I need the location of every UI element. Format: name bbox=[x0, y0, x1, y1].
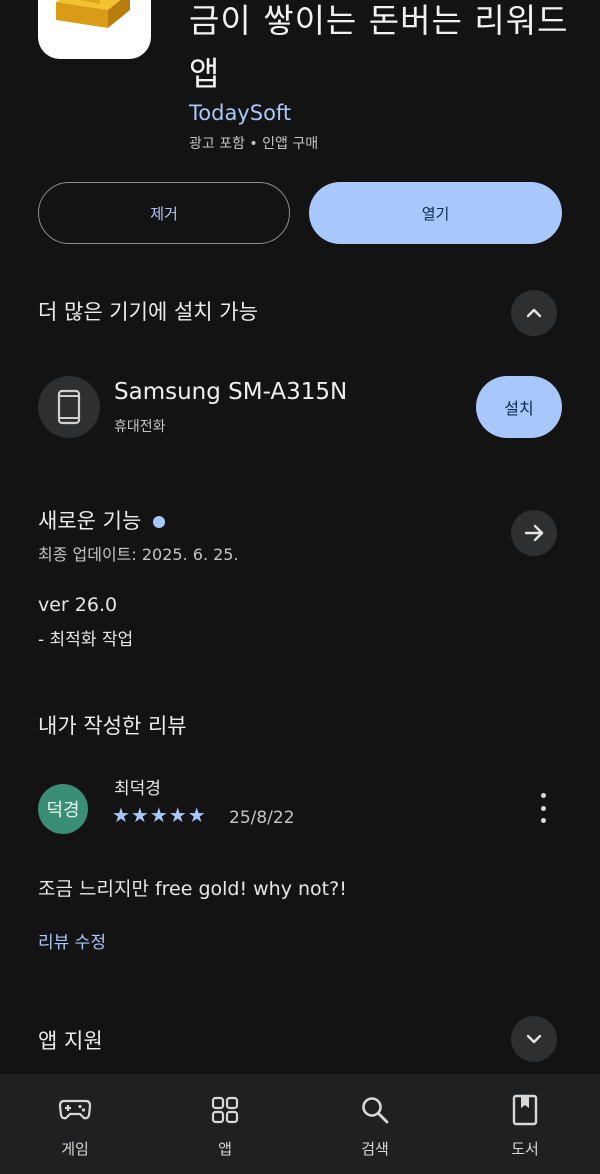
gamepad-icon bbox=[58, 1099, 92, 1120]
phone-icon bbox=[57, 389, 81, 425]
bottom-nav: 게임 앱 검색 도서 bbox=[0, 1074, 600, 1174]
chevron-up-icon bbox=[526, 308, 542, 318]
new-indicator-dot bbox=[153, 516, 166, 528]
nav-label-games: 게임 bbox=[61, 1140, 89, 1158]
changes-text: - 최적화 작업 bbox=[38, 630, 134, 650]
nav-label-apps: 앱 bbox=[218, 1140, 232, 1158]
my-review-title: 내가 작성한 리뷰 bbox=[38, 714, 187, 738]
star-rating: ★★★★★ bbox=[112, 803, 207, 827]
last-updated-date: 최종 업데이트: 2025. 6. 25. bbox=[38, 545, 239, 564]
chevron-down-icon bbox=[526, 1034, 542, 1044]
more-options-icon[interactable] bbox=[530, 793, 556, 823]
app-title: 금이 쌓이는 돈버는 리워드 앱 bbox=[189, 1, 569, 93]
nav-label-books: 도서 bbox=[511, 1140, 539, 1158]
app-support-title: 앱 지원 bbox=[38, 1029, 103, 1053]
device-name: Samsung SM-A315N bbox=[114, 379, 348, 405]
nav-label-search: 검색 bbox=[361, 1140, 389, 1158]
book-icon bbox=[512, 1094, 538, 1126]
whats-new-label: 새로운 기능 bbox=[38, 509, 142, 533]
developer-link[interactable]: TodaySoft bbox=[189, 101, 291, 125]
apps-grid-icon bbox=[211, 1096, 239, 1124]
reviewer-name: 최덕경 bbox=[114, 779, 161, 799]
search-icon bbox=[362, 1097, 389, 1124]
app-icon bbox=[38, 0, 151, 59]
devices-section-title: 더 많은 기기에 설치 가능 bbox=[38, 300, 258, 324]
version-text: ver 26.0 bbox=[38, 594, 118, 616]
review-text: 조금 느리지만 free gold! why not?! bbox=[38, 878, 347, 900]
expand-button[interactable] bbox=[511, 1016, 557, 1062]
avatar: 덕경 bbox=[38, 784, 88, 834]
review-date: 25/8/22 bbox=[229, 808, 295, 828]
whats-new-arrow-button[interactable] bbox=[511, 510, 557, 556]
collapse-button[interactable] bbox=[511, 290, 557, 336]
nav-item-books[interactable]: 도서 bbox=[450, 1074, 600, 1174]
nav-item-apps[interactable]: 앱 bbox=[150, 1074, 300, 1174]
arrow-right-icon bbox=[524, 524, 544, 542]
remove-button[interactable]: 제거 bbox=[38, 182, 290, 244]
edit-review-link[interactable]: 리뷰 수정 bbox=[38, 928, 106, 953]
ad-info: 광고 포함 • 인앱 구매 bbox=[189, 136, 319, 152]
whats-new-title[interactable]: 새로운 기능 bbox=[38, 505, 166, 535]
device-type: 휴대전화 bbox=[114, 419, 166, 435]
nav-item-search[interactable]: 검색 bbox=[300, 1074, 450, 1174]
install-button[interactable]: 설치 bbox=[476, 376, 562, 438]
open-button[interactable]: 열기 bbox=[309, 182, 562, 244]
device-avatar bbox=[38, 376, 100, 438]
nav-item-games[interactable]: 게임 bbox=[0, 1074, 150, 1174]
